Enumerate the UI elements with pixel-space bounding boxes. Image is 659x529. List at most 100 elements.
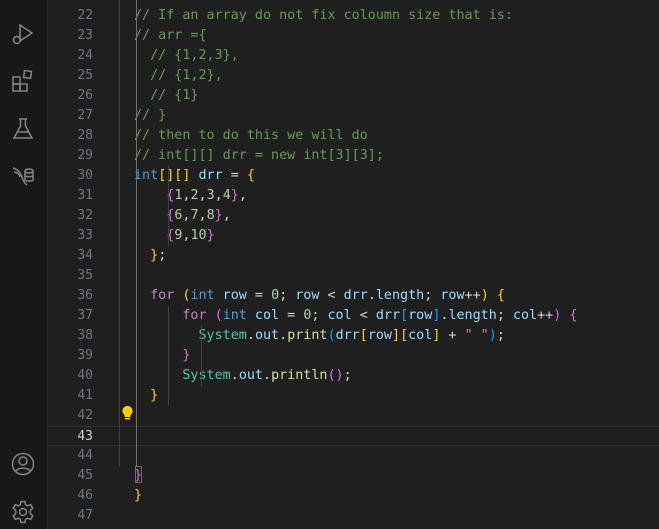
code-line[interactable]: 43 — [48, 426, 659, 446]
code-token: println — [271, 368, 328, 383]
account-icon[interactable] — [10, 451, 36, 477]
code-token: { — [246, 168, 255, 183]
code-line[interactable]: 31 {1,2,3,4}, — [48, 186, 659, 206]
testing-icon[interactable] — [10, 116, 36, 142]
code-line[interactable]: 24 // {1,2,3}, — [48, 46, 659, 66]
code-text: for (int col = 0; col < drr[row].length;… — [134, 306, 577, 326]
line-number: 24 — [77, 48, 93, 63]
code-line[interactable]: 28 // then to do this we will do — [48, 126, 659, 146]
code-line[interactable]: 35 — [48, 266, 659, 286]
line-number: 23 — [77, 28, 93, 43]
activity-bar — [0, 0, 48, 529]
code-token: 7 — [190, 208, 199, 223]
code-token: ; — [158, 248, 167, 263]
code-token: ; — [343, 368, 352, 383]
code-line[interactable]: 27 // } — [48, 106, 659, 126]
code-text: {1,2,3,4}, — [134, 186, 247, 206]
code-line[interactable]: 36 for (int row = 0; row < drr.length; r… — [48, 286, 659, 306]
code-line[interactable]: 33 {9,10} — [48, 226, 659, 246]
code-token: // arr ={ — [134, 28, 207, 43]
code-line[interactable]: 34 }; — [48, 246, 659, 266]
code-token: row — [440, 288, 465, 303]
code-line[interactable]: 41 } — [48, 386, 659, 406]
line-number: 44 — [77, 448, 93, 463]
extensions-icon[interactable] — [10, 68, 36, 94]
line-number: 30 — [77, 168, 93, 183]
code-token: drr — [375, 308, 401, 323]
code-line[interactable]: 47 — [48, 506, 659, 526]
code-token: row — [295, 288, 320, 303]
code-line[interactable]: 26 // {1} — [48, 86, 659, 106]
code-token: 0 — [271, 288, 280, 303]
code-token: 3 — [206, 188, 215, 203]
code-line[interactable]: 44 — [48, 446, 659, 466]
code-text: } — [134, 386, 158, 406]
code-token: . — [246, 328, 255, 343]
code-line[interactable]: 25 // {1,2}, — [48, 66, 659, 86]
code-token: [ — [359, 328, 368, 343]
code-editor[interactable]: 22 // If an array do not fix coloumn size… — [48, 0, 659, 529]
line-number: 41 — [77, 388, 93, 403]
code-token: int — [190, 288, 215, 303]
code-token: 4 — [222, 188, 231, 203]
code-line[interactable]: 39 } — [48, 346, 659, 366]
code-token: [][] — [158, 168, 191, 183]
settings-gear-icon[interactable] — [10, 499, 36, 525]
line-number: 26 — [77, 88, 93, 103]
code-token: ) — [488, 328, 497, 343]
code-token: // {1} — [134, 88, 199, 103]
code-token: = — [222, 168, 247, 183]
code-line[interactable]: 22 // If an array do not fix coloumn size… — [48, 6, 659, 26]
code-text: // then to do this we will do — [134, 126, 368, 146]
code-token: 10 — [190, 228, 207, 243]
code-line[interactable]: 40 System.out.println(); — [48, 366, 659, 386]
code-text: System.out.println(); — [134, 366, 352, 386]
code-token: . — [279, 328, 288, 343]
line-number: 29 — [77, 148, 93, 163]
indent-guide — [119, 0, 120, 466]
code-line[interactable]: 29 // int[][] drr = new int[3][3]; — [48, 146, 659, 166]
code-text: // {1,2,3}, — [134, 46, 239, 66]
code-token: for — [182, 308, 207, 323]
code-token: [ — [400, 308, 409, 323]
database-icon[interactable] — [10, 163, 36, 189]
code-text: } — [134, 486, 142, 506]
line-number: 38 — [77, 328, 93, 343]
code-token: drr — [190, 168, 223, 183]
code-line[interactable]: 46} — [48, 486, 659, 506]
indent-guide — [136, 0, 137, 466]
code-token: row — [214, 288, 247, 303]
code-text: for (int row = 0; row < drr.length; row+… — [134, 286, 505, 306]
code-token: , — [222, 208, 231, 223]
line-number: 25 — [77, 68, 93, 83]
code-text: // arr ={ — [134, 26, 207, 46]
code-line[interactable]: 42 — [48, 406, 659, 426]
indent-guide — [168, 166, 169, 246]
lightbulb-icon[interactable] — [121, 405, 134, 425]
code-text: // If an array do not fix coloumn size t… — [134, 6, 513, 26]
code-line[interactable]: 32 {6,7,8}, — [48, 206, 659, 226]
code-line[interactable]: 23 // arr ={ — [48, 26, 659, 46]
code-line[interactable]: 30 int[][] drr = { — [48, 166, 659, 186]
code-token: } — [206, 228, 215, 243]
code-token: length — [375, 288, 425, 303]
indent-guide — [201, 326, 202, 386]
code-token: . — [230, 368, 239, 383]
line-number: 39 — [77, 348, 93, 363]
code-token: row — [408, 308, 433, 323]
code-line[interactable]: 37 for (int col = 0; col < drr[row].leng… — [48, 306, 659, 326]
code-text: int[][] drr = { — [134, 166, 255, 186]
code-token: System — [182, 368, 231, 383]
code-line[interactable]: 38 System.out.print(drr[row][col] + " ")… — [48, 326, 659, 346]
code-token: " " — [464, 328, 489, 343]
code-token: = — [246, 288, 272, 303]
run-debug-icon[interactable] — [10, 21, 36, 47]
